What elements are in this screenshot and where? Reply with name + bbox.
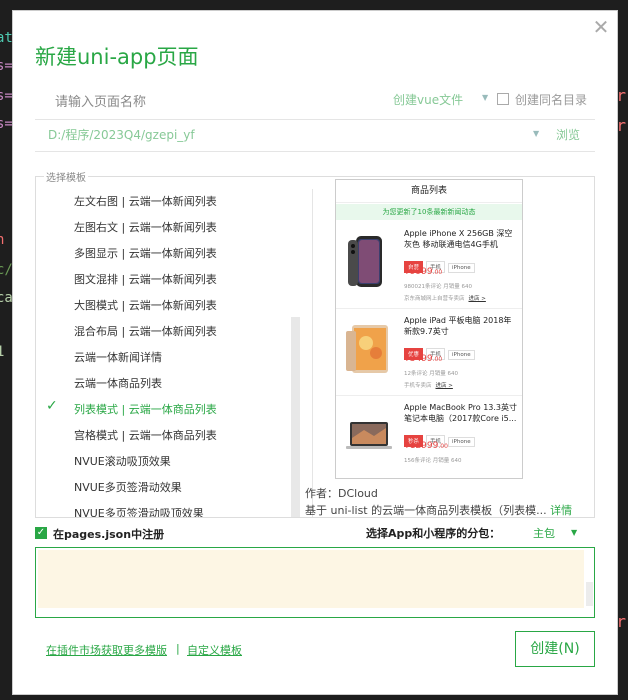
preview-item-price: ¥12999.00 <box>404 441 448 451</box>
divider <box>35 119 595 120</box>
tag: iPhone <box>448 350 475 360</box>
create-button[interactable]: 创建(N) <box>515 631 595 667</box>
more-templates-link[interactable]: 在插件市场获取更多模版 <box>46 642 167 658</box>
shop-name: 京东商城网上自营专卖店 <box>404 296 465 302</box>
preview-item-meta: 156条评论 月销量 640 <box>404 458 462 464</box>
code-fragment: 1 <box>0 344 5 360</box>
template-list: 左文右图 | 云端一体新闻列表 左图右文 | 云端一体新闻列表 多图显示 | 云… <box>36 177 312 517</box>
template-item[interactable]: 云端一体商品列表 <box>74 375 162 391</box>
preview-item: Apple iPhone X 256GB 深空灰色 移动联通电信4G手机 自营手… <box>336 222 522 309</box>
price-main: ¥9999 <box>404 267 433 277</box>
description-text: 基于 uni-list 的云端一体商品列表模板（列表模... <box>305 504 547 517</box>
preview-item-price: ¥9999.00 <box>404 267 442 277</box>
template-item[interactable]: 图文混排 | 云端一体新闻列表 <box>74 271 217 287</box>
json-editor-area[interactable] <box>38 550 584 608</box>
package-label: 选择App和小程序的分包： <box>366 527 501 540</box>
browse-button[interactable]: 浏览 <box>556 126 580 143</box>
footer-divider: | <box>176 642 180 655</box>
dialog-title: 新建uni-app页面 <box>35 45 199 69</box>
divider <box>35 151 595 152</box>
template-preview: 商品列表 为您更新了10条最新新闻动态 Apple iPhone X 256GB… <box>335 179 523 479</box>
editor-scrollbar[interactable] <box>586 582 593 606</box>
ipad-image <box>344 321 394 376</box>
preview-item-shop: 手机专卖店 进店 > <box>404 381 453 389</box>
page-name-input[interactable] <box>53 89 357 115</box>
code-fragment: at <box>0 30 13 46</box>
vue-file-select[interactable]: 创建vue文件 <box>393 91 463 108</box>
preview-item: Apple iPad 平板电脑 2018年新款9.7英寸 优惠 手机 iPhone … <box>336 309 522 396</box>
code-fragment: s= <box>0 58 13 74</box>
new-page-dialog: ✕ 新建uni-app页面 创建vue文件 ▼ 创建同名目录 D:/程序/202… <box>12 10 618 695</box>
preview-item-name: Apple MacBook Pro 13.3英寸笔记本电脑（2017款Core … <box>404 403 518 423</box>
template-item[interactable]: 云端一体新闻详情 <box>74 349 162 365</box>
preview-item-meta: 980021条评论 月销量 640 <box>404 284 472 290</box>
price-main: ¥3499 <box>404 354 433 364</box>
macbook-image <box>344 408 394 463</box>
check-icon: ✓ <box>46 398 58 414</box>
template-item[interactable]: NVUE多页签滑动效果 <box>74 479 182 495</box>
code-fragment: ca <box>0 290 13 306</box>
code-fragment: s= <box>0 88 13 104</box>
template-item[interactable]: 混合布局 | 云端一体新闻列表 <box>74 323 217 339</box>
template-item[interactable]: 左图右文 | 云端一体新闻列表 <box>74 219 217 235</box>
divider <box>312 189 313 517</box>
shop-link: 进店 > <box>468 296 486 302</box>
template-item[interactable]: 大图模式 | 云端一体新闻列表 <box>74 297 217 313</box>
preview-item: Apple MacBook Pro 13.3英寸笔记本电脑（2017款Core … <box>336 396 522 478</box>
code-fragment: c/ <box>0 262 13 278</box>
shop-link: 进店 > <box>435 383 453 389</box>
chevron-down-icon[interactable]: ▼ <box>571 528 577 537</box>
preview-item-price: ¥3499.00 <box>404 354 442 364</box>
register-label: 在pages.json中注册 <box>53 528 165 541</box>
name-row: 创建vue文件 ▼ 创建同名目录 <box>35 89 595 117</box>
template-author: 作者：DCloud <box>305 487 378 500</box>
template-item[interactable]: NVUE滚动吸顶效果 <box>74 453 171 469</box>
template-item[interactable]: NVUE多页签滑动吸顶效果 <box>74 505 204 517</box>
preview-item-meta: 12条评论 月销量 640 <box>404 371 458 377</box>
pages-json-editor[interactable] <box>35 547 595 618</box>
template-description: 基于 uni-list 的云端一体商品列表模板（列表模... 详情 <box>305 502 573 518</box>
preview-banner: 为您更新了10条最新新闻动态 <box>336 204 522 220</box>
preview-item-shop: 京东商城网上自营专卖店 进店 > <box>404 294 486 302</box>
template-item[interactable]: 多图显示 | 云端一体新闻列表 <box>74 245 217 261</box>
code-fragment: n <box>0 232 5 248</box>
price-cents: .00 <box>438 443 448 450</box>
chevron-down-icon[interactable]: ▼ <box>533 129 539 138</box>
close-icon[interactable]: ✕ <box>591 17 611 37</box>
tag: iPhone <box>448 437 475 447</box>
chevron-down-icon[interactable]: ▼ <box>482 93 488 102</box>
path-input[interactable]: D:/程序/2023Q4/gzepi_yf <box>48 126 195 143</box>
preview-item-name: Apple iPhone X 256GB 深空灰色 移动联通电信4G手机 <box>404 229 513 249</box>
template-item-selected[interactable]: 列表模式 | 云端一体商品列表 <box>74 401 217 417</box>
price-cents: .00 <box>432 356 443 363</box>
same-dir-label: 创建同名目录 <box>515 93 588 107</box>
price-main: ¥12999 <box>404 441 439 451</box>
custom-template-link[interactable]: 自定义模板 <box>187 642 242 658</box>
shop-name: 手机专卖店 <box>404 383 432 389</box>
preview-title: 商品列表 <box>336 180 522 203</box>
template-item[interactable]: 宫格模式 | 云端一体商品列表 <box>74 427 217 443</box>
same-dir-checkbox[interactable] <box>497 93 509 105</box>
template-item[interactable]: 左文右图 | 云端一体新闻列表 <box>74 193 217 209</box>
package-select[interactable]: 主包 <box>533 525 555 541</box>
code-fragment: s= <box>0 116 13 132</box>
price-cents: .00 <box>432 269 443 276</box>
preview-item-name: Apple iPad 平板电脑 2018年新款9.7英寸 <box>404 316 512 336</box>
details-link[interactable]: 详情 <box>550 504 572 517</box>
list-scrollbar[interactable] <box>291 317 300 517</box>
iphone-image <box>344 234 394 289</box>
register-checkbox[interactable]: ✓ <box>35 527 47 539</box>
tag: iPhone <box>448 263 475 273</box>
